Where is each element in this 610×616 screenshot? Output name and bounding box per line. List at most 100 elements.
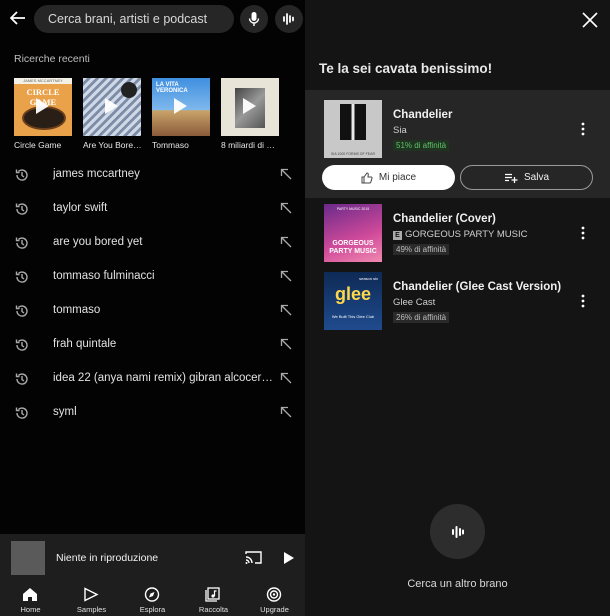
history-text: james mccartney: [53, 168, 140, 180]
history-item[interactable]: taylor swift: [0, 192, 305, 226]
history-item[interactable]: james mccartney: [0, 158, 305, 192]
history-item[interactable]: syml: [0, 396, 305, 430]
search-panel: Ricerche recenti JAMES MCCARTNEY CIRCLE …: [0, 0, 305, 616]
history-icon: [15, 203, 28, 215]
history-item[interactable]: frah quintale: [0, 328, 305, 362]
nav-upgrade[interactable]: Upgrade: [244, 582, 305, 616]
soundwave-icon: [451, 525, 464, 538]
result-item[interactable]: season six glee We Built This Glee Club …: [305, 272, 610, 334]
recognize-again-button[interactable]: [430, 504, 485, 559]
history-item[interactable]: tommaso fulminacci: [0, 260, 305, 294]
history-text: taylor swift: [53, 202, 108, 214]
more-options-icon[interactable]: [581, 122, 585, 136]
fill-query-arrow-icon[interactable]: [279, 405, 293, 419]
close-icon[interactable]: [581, 11, 599, 29]
fill-query-arrow-icon[interactable]: [279, 371, 293, 385]
history-icon: [15, 339, 28, 351]
cast-icon[interactable]: [245, 550, 262, 565]
result-cover-sub-text: We Built This Glee Club: [331, 314, 375, 319]
history-icon: [15, 169, 28, 181]
fill-query-arrow-icon[interactable]: [279, 337, 293, 351]
album-item[interactable]: Are You Bore…: [83, 78, 142, 150]
history-icon: [15, 271, 28, 283]
voice-search-button[interactable]: [240, 5, 268, 33]
nav-label: Esplora: [139, 605, 166, 614]
history-text: are you bored yet: [53, 236, 143, 248]
mic-icon: [248, 12, 260, 26]
back-button[interactable]: [8, 7, 28, 29]
recognition-panel: Te la sei cavata benissimo! SIA 1000 FOR…: [305, 0, 610, 616]
result-cover-small-text: PARTY MUSIC 2015: [336, 207, 370, 211]
affinity-badge: 49% di affinità: [393, 244, 450, 255]
affinity-badge: 51% di affinità: [393, 140, 450, 151]
nav-home[interactable]: Home: [0, 582, 61, 616]
album-label: Are You Bore…: [83, 140, 142, 150]
samples-icon: [84, 587, 99, 602]
save-button[interactable]: Salva: [460, 165, 593, 190]
explicit-badge: E: [393, 231, 402, 240]
recognize-song-button[interactable]: [275, 5, 303, 33]
fill-query-arrow-icon[interactable]: [279, 201, 293, 215]
fill-query-arrow-icon[interactable]: [279, 167, 293, 181]
result-artist: Glee Cast: [393, 297, 436, 308]
recognition-title: Te la sei cavata benissimo!: [319, 61, 493, 76]
result-item[interactable]: SIA 1000 FORMS OF FEAR Chandelier Sia 51…: [305, 100, 610, 162]
album-item[interactable]: LA VITA VERONICA Tommaso: [152, 78, 210, 150]
home-icon: [23, 588, 37, 601]
play-icon: [36, 98, 49, 114]
result-item[interactable]: PARTY MUSIC 2015 GORGEOUS PARTY MUSIC Ch…: [305, 204, 610, 266]
fill-query-arrow-icon[interactable]: [279, 269, 293, 283]
fill-query-arrow-icon[interactable]: [279, 235, 293, 249]
recent-searches-title: Ricerche recenti: [14, 53, 90, 65]
more-options-icon[interactable]: [581, 294, 585, 308]
album-cover-title-text: LA VITA VERONICA: [156, 82, 188, 94]
search-another-song-label: Cerca un altro brano: [407, 578, 508, 590]
nav-samples[interactable]: Samples: [61, 582, 122, 616]
result-cover-small-text: season six: [359, 276, 378, 281]
play-icon[interactable]: [283, 551, 295, 565]
history-item[interactable]: are you bored yet: [0, 226, 305, 260]
recent-albums: JAMES MCCARTNEY CIRCLE GAME Circle Game …: [14, 78, 305, 152]
soundwave-icon: [283, 13, 294, 25]
search-field[interactable]: [34, 5, 234, 33]
album-cover: LA VITA VERONICA: [152, 78, 210, 136]
now-playing-thumbnail: [11, 541, 45, 575]
search-input[interactable]: [48, 12, 228, 26]
upgrade-icon: [266, 587, 282, 602]
result-title: Chandelier (Cover): [393, 213, 496, 225]
album-cover: JAMES MCCARTNEY CIRCLE GAME: [14, 78, 72, 136]
like-button[interactable]: Mi piace: [322, 165, 455, 190]
history-text: frah quintale: [53, 338, 117, 350]
nav-label: Upgrade: [260, 605, 289, 614]
nav-explore[interactable]: Esplora: [122, 582, 183, 616]
history-item[interactable]: idea 22 (anya nami remix) gibran alcocer…: [0, 362, 305, 396]
album-cover-artist-text: JAMES MCCARTNEY: [14, 78, 72, 84]
album-cover: [83, 78, 141, 136]
album-item[interactable]: JAMES MCCARTNEY CIRCLE GAME Circle Game: [14, 78, 72, 150]
thumbs-up-icon: [361, 171, 373, 183]
top-bar: [0, 0, 305, 38]
add-to-playlist-icon: [504, 173, 518, 183]
album-label: Tommaso: [152, 140, 189, 150]
result-cover-text: glee: [334, 284, 372, 304]
more-options-icon[interactable]: [581, 226, 585, 240]
result-cover: PARTY MUSIC 2015 GORGEOUS PARTY MUSIC: [324, 204, 382, 262]
album-label: Circle Game: [14, 140, 62, 150]
history-icon: [15, 305, 28, 317]
history-item[interactable]: tommaso: [0, 294, 305, 328]
fill-query-arrow-icon[interactable]: [279, 303, 293, 317]
album-item[interactable]: 8 miliardi di …: [221, 78, 279, 150]
album-cover: [221, 78, 279, 136]
result-artist: GORGEOUS PARTY MUSIC: [405, 229, 528, 240]
save-label: Salva: [523, 172, 549, 183]
result-cover: SIA 1000 FORMS OF FEAR: [324, 100, 382, 158]
album-label: 8 miliardi di …: [221, 140, 275, 150]
nav-library[interactable]: Raccolta: [183, 582, 244, 616]
result-cover-text: SIA 1000 FORMS OF FEAR: [331, 152, 375, 156]
history-icon: [15, 407, 28, 419]
search-history-list: james mccartney taylor swift are you bor…: [0, 158, 305, 430]
compass-icon: [144, 587, 160, 602]
nav-label: Samples: [76, 605, 107, 614]
now-playing-text: Niente in riproduzione: [56, 552, 159, 564]
mini-player[interactable]: Niente in riproduzione: [0, 534, 305, 582]
